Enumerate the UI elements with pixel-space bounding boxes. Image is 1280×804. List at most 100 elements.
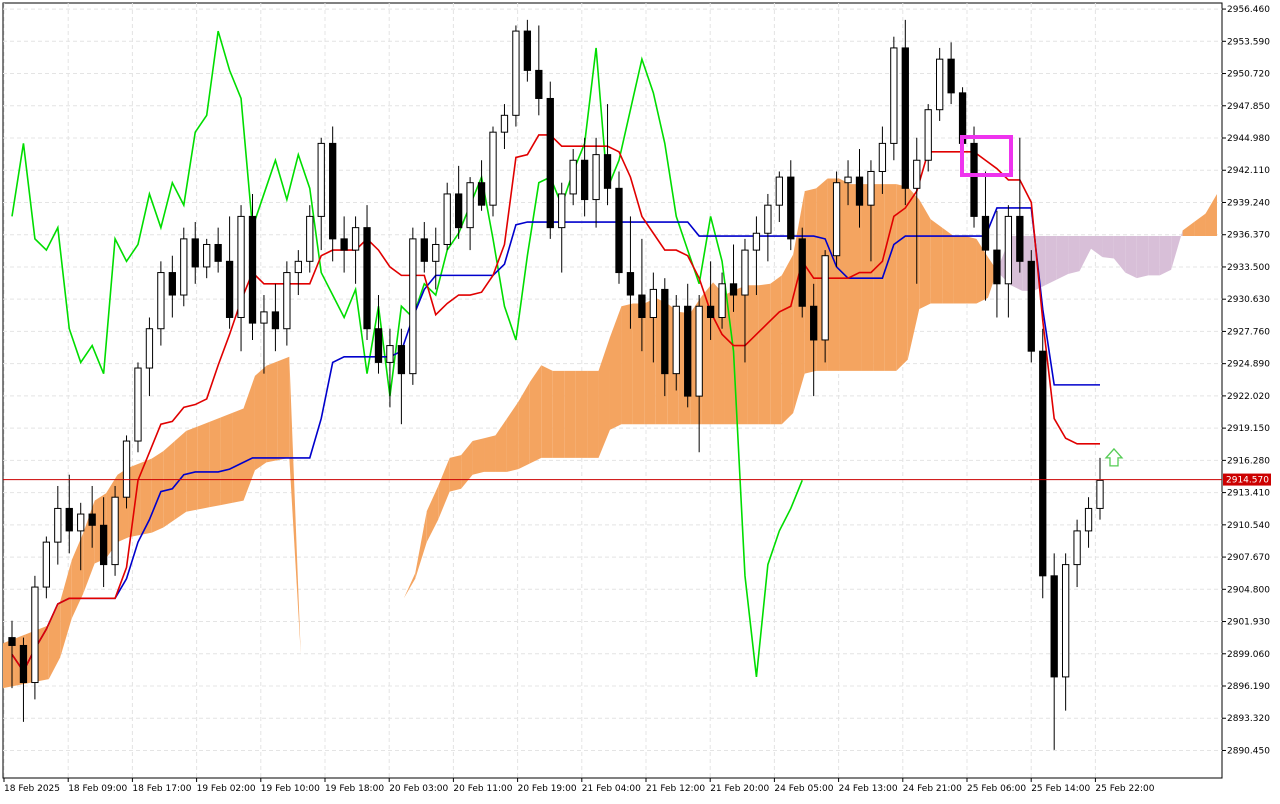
kumo-bull-segment	[621, 303, 633, 425]
y-tick-label: 2930.630	[1227, 295, 1270, 305]
y-tick-label: 2947.850	[1227, 102, 1270, 112]
y-tick-label: 2913.410	[1227, 489, 1270, 499]
candle-bull	[1061, 564, 1070, 678]
candle-bull	[294, 260, 302, 274]
y-tick-label: 2890.450	[1227, 746, 1270, 756]
candle-bear	[8, 637, 16, 646]
candle-bear	[798, 238, 806, 307]
kumo-bull-segment	[484, 435, 496, 472]
kumo-bull-segment	[735, 285, 748, 425]
y-tick-label: 2901.930	[1227, 618, 1270, 628]
y-tick-label: 2924.890	[1227, 360, 1270, 370]
y-tick-label: 2907.670	[1227, 553, 1270, 563]
y-tick-label: 2904.800	[1227, 585, 1270, 595]
x-tick-label: 25 Feb 22:00	[1095, 784, 1154, 794]
current-price-label: 2914.570	[1226, 476, 1269, 486]
candle-bull	[42, 541, 51, 588]
candle-bull	[1073, 530, 1081, 566]
y-tick-label: 2916.280	[1227, 456, 1270, 466]
kumo-bull-segment	[449, 455, 462, 492]
y-tick-label: 2919.150	[1227, 424, 1270, 434]
candle-bull	[31, 586, 39, 684]
candle-bull	[695, 305, 703, 397]
candle-bull	[569, 159, 577, 195]
candle-bear	[1027, 260, 1035, 352]
x-tick-label: 19 Feb 02:00	[197, 784, 256, 794]
kumo-bear-segment	[1045, 236, 1057, 286]
y-tick-label: 2899.060	[1227, 650, 1270, 660]
y-tick-label: 2933.500	[1227, 263, 1270, 273]
kumo-bull-segment	[186, 426, 198, 512]
kumo-bull-segment	[781, 254, 794, 425]
candle-bull	[867, 170, 875, 206]
candle-bear	[993, 249, 1001, 285]
kumo-bull-segment	[930, 219, 943, 304]
candle-bull	[741, 249, 749, 296]
candle-bull	[317, 142, 325, 217]
candle-bear	[1016, 215, 1024, 262]
candle-bear	[340, 238, 348, 251]
kumo-bull-segment	[552, 370, 565, 458]
kumo-bear-segment	[1102, 236, 1114, 259]
candle-bull	[54, 507, 62, 543]
y-tick-label: 2953.590	[1227, 37, 1270, 47]
candle-bear	[397, 345, 406, 375]
kumo-bull-segment	[896, 184, 908, 371]
y-tick-label: 2910.540	[1227, 521, 1270, 531]
kumo-bear-segment	[1056, 236, 1069, 280]
candle-bear	[638, 294, 646, 318]
y-tick-label: 2927.760	[1227, 327, 1270, 337]
kumo-bear-segment	[1125, 236, 1137, 279]
y-tick-label: 2922.020	[1227, 392, 1270, 402]
kumo-bull-segment	[953, 236, 966, 304]
candle-bull	[878, 142, 887, 172]
kumo-bear-segment	[1068, 236, 1080, 274]
candle-bear	[65, 507, 73, 532]
candle-bear	[787, 176, 795, 240]
kumo-bull-segment	[163, 441, 175, 528]
candle-bull	[145, 328, 154, 369]
chart-canvas[interactable]: 2914.570 2956.460 2953.590 2950.720 2947.85…	[0, 0, 1280, 800]
x-tick-label: 18 Feb 2025	[4, 784, 60, 794]
candle-bull	[466, 182, 474, 229]
candle-bear	[1050, 575, 1058, 678]
candle-bear	[546, 97, 554, 229]
kumo-bear-segment	[1159, 236, 1172, 276]
kumo-bear-segment	[1148, 236, 1160, 276]
candle-bear	[615, 187, 623, 274]
x-tick-label: 19 Feb 10:00	[261, 784, 320, 794]
candle-bear	[168, 272, 176, 296]
candle-bull	[77, 513, 85, 532]
x-tick-label: 20 Feb 19:00	[518, 784, 577, 794]
candle-bull	[432, 243, 440, 262]
y-tick-label: 2896.190	[1227, 682, 1270, 692]
candle-bear	[191, 238, 199, 268]
kumo-bull-segment	[942, 227, 954, 304]
candle-bear	[248, 215, 257, 324]
candle-bear	[535, 69, 543, 99]
candle-bull	[111, 496, 119, 566]
candle-bull	[1096, 479, 1104, 509]
kumo-bull-segment	[529, 365, 542, 464]
candle-bull	[512, 30, 520, 116]
candle-bull	[409, 238, 417, 375]
candle-bear	[981, 215, 990, 251]
kumo-bull-segment	[564, 370, 576, 458]
candle-bull	[157, 272, 165, 330]
candle-bull	[134, 367, 142, 442]
kumo-bull-segment	[747, 285, 759, 425]
candle-bull	[351, 227, 360, 251]
candle-bear	[88, 513, 96, 526]
candle-bull	[443, 193, 451, 245]
ichimoku-price-chart[interactable]: 2914.570 2956.460 2953.590 2950.720 2947.85…	[0, 0, 1280, 800]
x-tick-label: 18 Feb 09:00	[68, 784, 127, 794]
candle-bear	[970, 142, 978, 217]
x-tick-label: 24 Feb 13:00	[839, 784, 898, 794]
x-tick-label: 21 Feb 12:00	[646, 784, 705, 794]
candle-bear	[706, 305, 715, 318]
candle-bull	[821, 255, 829, 341]
candle-bull	[752, 232, 761, 251]
y-tick-label: 2944.980	[1227, 134, 1270, 144]
kumo-bull-segment	[541, 365, 553, 458]
kumo-bull-segment	[770, 275, 782, 425]
